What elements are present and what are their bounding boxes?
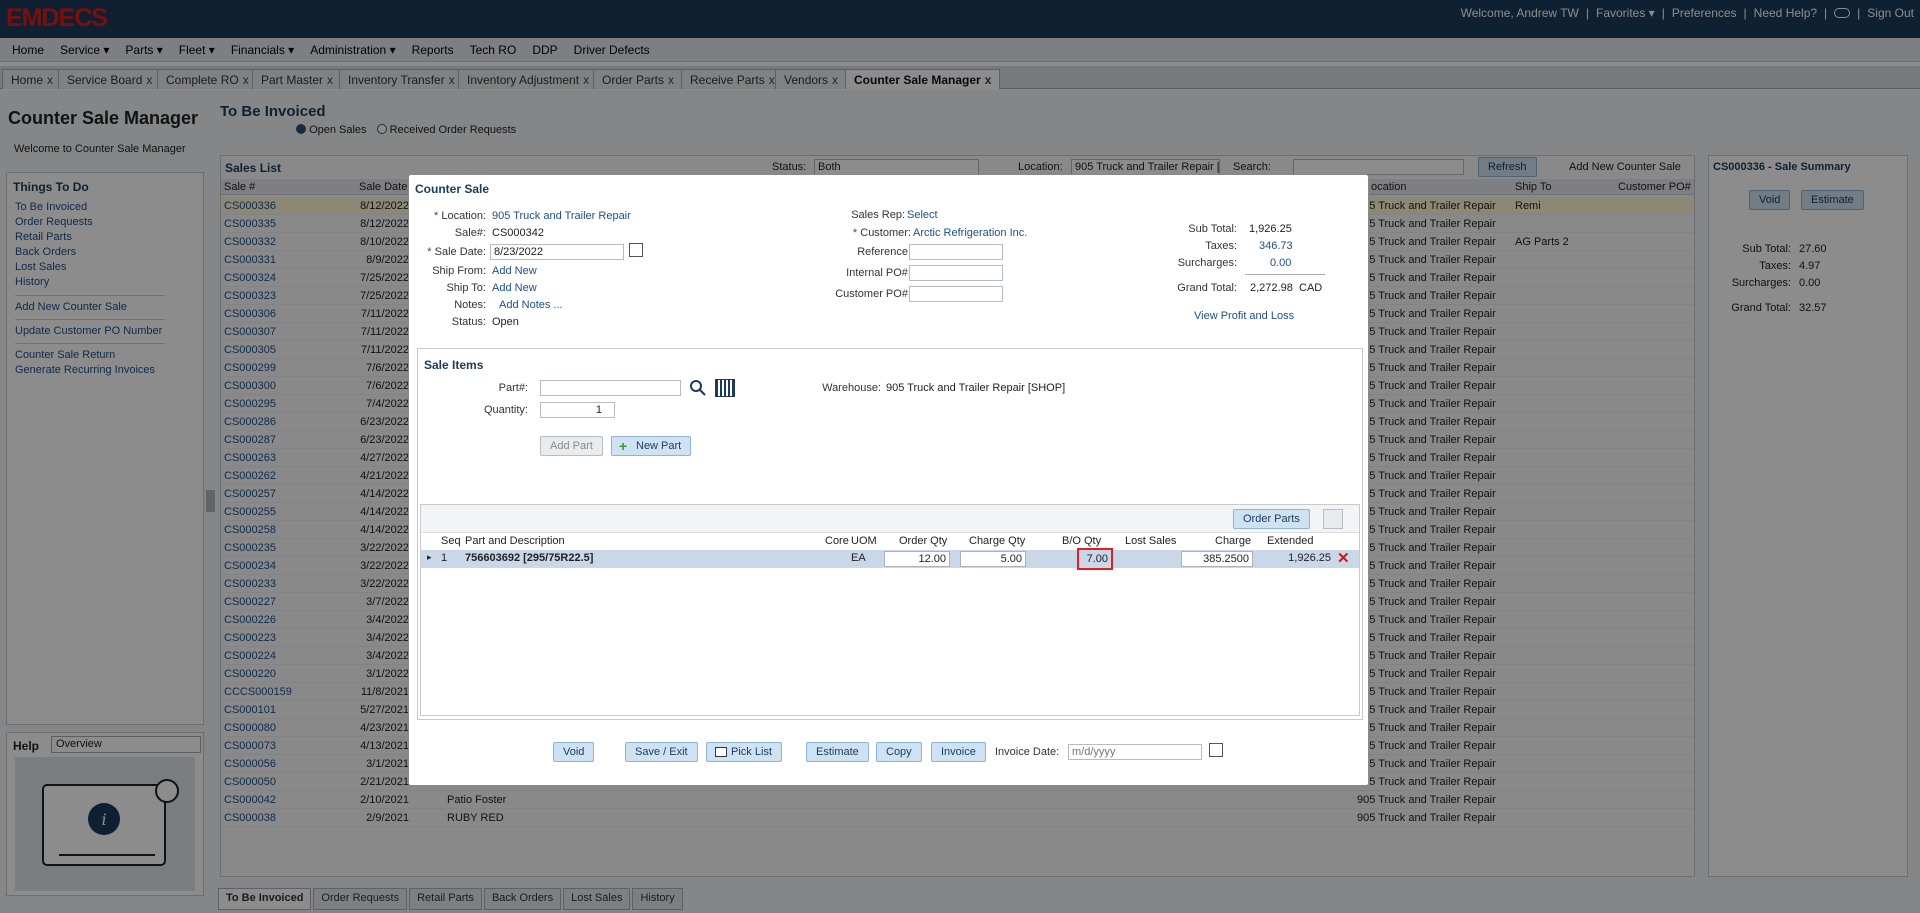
row-expand-icon[interactable]: ▸ [427, 552, 432, 563]
customer-po-input[interactable] [909, 286, 1003, 302]
col-uom[interactable]: UOM [851, 535, 877, 547]
col-bo-qty[interactable]: B/O Qty [1062, 535, 1101, 547]
copy-button[interactable]: Copy [876, 742, 922, 762]
col-order-qty[interactable]: Order Qty [899, 535, 947, 547]
part-number-input[interactable] [540, 380, 681, 396]
ship-to-add-link[interactable]: Add New [492, 282, 537, 294]
table-row[interactable]: ▸ 1 756603692 [295/75R22.5] EA 12.00 5.0… [421, 548, 1359, 570]
sale-date-input[interactable]: 8/23/2022 [490, 244, 624, 260]
invoice-date-input[interactable] [1068, 744, 1202, 760]
sale-items-panel: Sale Items Part#: Quantity: 1 Warehouse:… [417, 348, 1363, 720]
sale-number: CS000342 [492, 227, 544, 239]
dialog-taxes[interactable]: 346.73 [1259, 240, 1293, 252]
quantity-stepper[interactable]: 1 [540, 402, 615, 418]
sales-rep-select[interactable]: Select [907, 209, 938, 221]
bo-qty-cell[interactable]: 7.00 [1077, 548, 1113, 570]
new-part-button[interactable]: + New Part [611, 436, 692, 456]
charge-input[interactable]: 385.2500 [1181, 551, 1253, 567]
dialog-title: Counter Sale [415, 182, 490, 196]
col-charge-qty[interactable]: Charge Qty [969, 535, 1025, 547]
dialog-grand-total: 2,272.98 [1250, 282, 1293, 294]
dialog-subtotal: 1,926.25 [1249, 223, 1292, 235]
dialog-surcharges[interactable]: 0.00 [1270, 257, 1291, 269]
row-part-description: 756603692 [295/75R22.5] [465, 552, 594, 564]
save-exit-button[interactable]: Save / Exit [625, 742, 698, 762]
reference-input[interactable] [909, 244, 1003, 260]
calendar-icon[interactable] [1209, 743, 1223, 757]
location-link[interactable]: 905 Truck and Trailer Repair [492, 210, 631, 222]
pick-list-button[interactable]: Pick List [706, 742, 782, 762]
dialog-currency: CAD [1299, 282, 1323, 294]
sale-items-title: Sale Items [424, 358, 484, 372]
sale-status: Open [492, 316, 519, 328]
invoice-button[interactable]: Invoice [931, 742, 986, 762]
printer-icon [715, 747, 727, 757]
void-button[interactable]: Void [553, 742, 595, 762]
warehouse-value: 905 Truck and Trailer Repair [SHOP] [886, 382, 1066, 394]
col-charge[interactable]: Charge [1215, 535, 1251, 547]
delete-icon[interactable]: ✕ [1337, 551, 1350, 567]
calendar-icon[interactable] [629, 243, 643, 257]
internal-po-input[interactable] [909, 265, 1003, 281]
sale-items-grid: Order Parts Seq Part and Description Cor… [420, 504, 1360, 716]
order-qty-input[interactable]: 12.00 [884, 551, 950, 567]
view-profit-loss-link[interactable]: View Profit and Loss [1194, 310, 1294, 322]
order-parts-button[interactable]: Order Parts [1233, 509, 1310, 529]
col-part-description[interactable]: Part and Description [465, 535, 565, 547]
add-part-button[interactable]: Add Part [540, 436, 603, 456]
charge-qty-input[interactable]: 5.00 [960, 551, 1026, 567]
trash-icon[interactable] [1323, 509, 1343, 529]
counter-sale-dialog: Counter Sale * Location: 905 Truck and T… [408, 174, 1369, 786]
customer-link[interactable]: Arctic Refrigeration Inc. [913, 227, 1027, 239]
barcode-icon[interactable] [715, 379, 735, 397]
grid-toolbar: Order Parts [421, 505, 1359, 533]
col-extended[interactable]: Extended [1267, 535, 1313, 547]
col-seq[interactable]: Seq [441, 535, 461, 547]
ship-from-add-link[interactable]: Add New [492, 265, 537, 277]
plus-icon: + [619, 438, 628, 454]
col-core[interactable]: Core [825, 535, 849, 547]
divider [1245, 274, 1325, 275]
add-notes-link[interactable]: Add Notes ... [499, 299, 563, 311]
estimate-button[interactable]: Estimate [806, 742, 869, 762]
col-lost-sales[interactable]: Lost Sales [1125, 535, 1176, 547]
search-icon[interactable] [689, 379, 707, 397]
